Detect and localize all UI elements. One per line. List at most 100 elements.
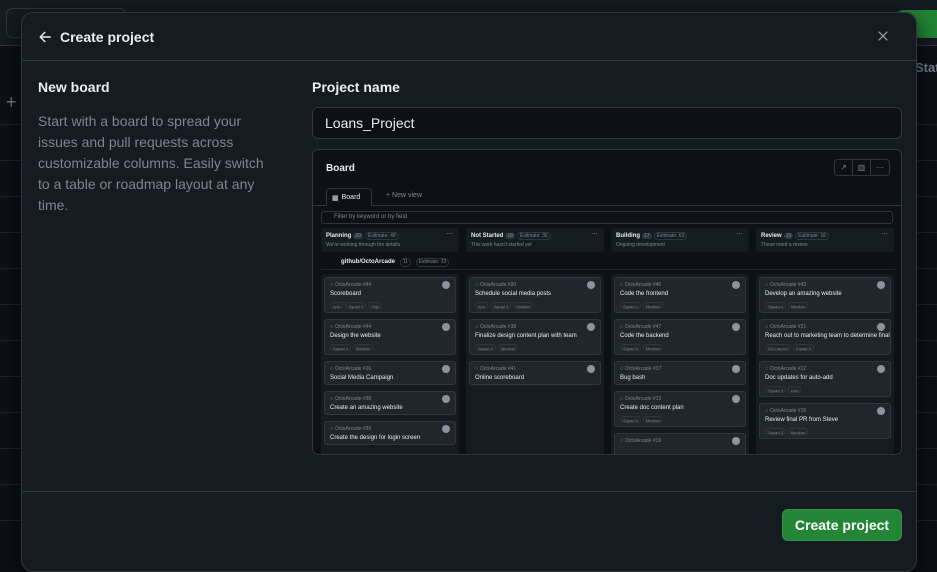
project-name-input[interactable] — [312, 107, 902, 139]
preview-card-id: OctoArcade #44 — [330, 282, 371, 288]
preview-toolbar: ↗ ▥ ⋯ — [834, 159, 890, 176]
preview-card-title: Reach out to marketing team to determine… — [765, 333, 890, 339]
preview-column-name: Building — [616, 233, 640, 239]
preview-card: OctoArcade #41Online scoreboard — [469, 361, 601, 385]
create-project-button[interactable]: Create project — [782, 509, 902, 541]
panel-icon: ▥ — [853, 160, 871, 175]
preview-card-title: Online scoreboard — [475, 375, 524, 381]
preview-card: OctoArcade #20 Schedule social media post… — [469, 277, 601, 313]
preview-column-lane: OctoArcade #43Develop an amazing website… — [756, 274, 894, 454]
preview-card-tag: GA Launch — [765, 344, 791, 351]
template-heading: New board — [38, 79, 278, 95]
template-description-text: Start with a board to spread your issues… — [38, 111, 278, 216]
preview-card: OctoArcade #38Finalize design content pl… — [469, 319, 601, 355]
preview-card-tag: Medium — [498, 344, 518, 351]
preview-filter: Filter by keyword or by field — [321, 211, 893, 224]
preview-column-count: 20 — [353, 233, 363, 239]
avatar — [877, 365, 885, 373]
preview-card-title: Doc updates for auto-add — [765, 375, 833, 381]
preview-card: OctoArcade #37Bug bash — [614, 361, 746, 385]
preview-card-title: Develop an amazing website — [765, 291, 842, 297]
dialog-header: Create project — [22, 13, 916, 61]
preview-card-title: Design the website — [330, 333, 381, 339]
preview-column-title: Building17Estimate: 63 — [616, 232, 687, 240]
avatar — [732, 281, 740, 289]
preview-card-id: OctoArcade #47 — [620, 324, 661, 330]
avatar — [442, 323, 450, 331]
preview-column-estimate: Estimate: 16 — [795, 232, 829, 240]
avatar — [877, 323, 885, 331]
preview-card-title: Code the frontend — [620, 291, 668, 297]
more-icon: ⋯ — [591, 230, 598, 238]
preview-card-tag: Squad 4 — [765, 302, 786, 309]
avatar — [877, 281, 885, 289]
preview-card-tag: Medium — [643, 344, 663, 351]
preview-card: OctoArcade #44ScoreboardepicSquad 2High — [324, 277, 456, 313]
preview-card-tags: Squad 4Medium — [330, 344, 373, 351]
dialog-title: Create project — [60, 29, 154, 45]
avatar — [442, 425, 450, 433]
preview-card: OctoArcade #19 — [614, 433, 746, 455]
more-icon: ⋯ — [881, 230, 888, 238]
preview-column-desc: These need a review — [761, 242, 807, 248]
preview-title: Board — [326, 163, 355, 174]
preview-column-name: Not Started — [471, 233, 503, 239]
avatar — [732, 395, 740, 403]
preview-card-title: Social Media Campaign — [330, 375, 393, 381]
preview-group-header: github/OctoArcade 11 Estimate: 33 — [321, 256, 895, 270]
preview-card-title: Scoreboard — [330, 291, 361, 297]
preview-column-count: 18 — [505, 233, 515, 239]
avatar — [877, 407, 885, 415]
close-icon[interactable] — [876, 29, 892, 45]
preview-card-title: Create the design for login screen — [330, 435, 420, 441]
preview-tab-new-label: New view — [392, 192, 422, 199]
preview-column-header: Review15Estimate: 16These need a review⋯ — [756, 228, 894, 252]
preview-card: OctoArcade #13Create doc content planSqu… — [614, 391, 746, 427]
preview-card-id: OctoArcade #19 — [620, 438, 661, 444]
preview-column-count: 15 — [784, 233, 794, 239]
avatar — [587, 323, 595, 331]
preview-card-tag: Squad 3 — [765, 428, 786, 435]
dialog-footer-divider — [22, 491, 917, 492]
preview-tab-new: + New view — [386, 192, 422, 199]
preview-column-header: Not Started18Estimate: 36This work hasn'… — [466, 228, 604, 252]
background-plus-icon: + — [6, 92, 17, 113]
preview-card-tags: Squad 3Medium — [765, 428, 808, 435]
preview-card-title: Code the backend — [620, 333, 669, 339]
preview-card-id: OctoArcade #20 — [475, 282, 516, 288]
preview-card-tag: Medium — [643, 416, 663, 423]
preview-card-title: Schedule social media posts — [475, 291, 551, 297]
preview-group-label: github/OctoArcade — [341, 259, 395, 265]
preview-card: OctoArcade #46Code the frontendSquad 4Me… — [614, 277, 746, 313]
create-project-dialog: Create project New board Start with a bo… — [21, 12, 917, 572]
preview-card-tag: Squad 3 — [620, 416, 641, 423]
preview-card: OctoArcade #21Reach out to marketing tea… — [759, 319, 891, 355]
preview-card-tag: Low — [788, 386, 801, 393]
preview-column-header: Planning20Estimate: 48We're working thro… — [321, 228, 459, 252]
preview-card-tags: epicSquad 4Medium — [475, 302, 533, 309]
preview-column-lane: OctoArcade #20 Schedule social media post… — [466, 274, 604, 454]
preview-card-tag: Medium — [353, 344, 373, 351]
preview-tab-board: ▦Board — [326, 188, 372, 206]
preview-tabs: ▦Board + New view — [313, 188, 901, 206]
preview-card: OctoArcade #12Doc updates for auto-addSq… — [759, 361, 891, 397]
preview-card-tag: Squad 3 — [793, 344, 814, 351]
more-icon: ⋯ — [736, 230, 743, 238]
preview-card-tags: Squad 3Medium — [620, 416, 663, 423]
arrow-left-icon[interactable] — [38, 29, 54, 45]
preview-card-tags: Squad 4Medium — [620, 302, 663, 309]
avatar — [587, 365, 595, 373]
preview-tab-board-label: Board — [342, 194, 361, 201]
board-preview-image: Board ↗ ▥ ⋯ ▦Board + New view Filter by … — [312, 149, 902, 455]
project-name-section: Project name — [312, 79, 902, 139]
preview-column-estimate: Estimate: 36 — [517, 232, 551, 240]
preview-card: OctoArcade #16Social Media Campaign — [324, 361, 456, 385]
preview-card: OctoArcade #44Design the websiteSquad 4M… — [324, 319, 456, 355]
preview-card-title: Create an amazing website — [330, 405, 403, 411]
preview-column-lane: OctoArcade #44ScoreboardepicSquad 2HighO… — [321, 274, 459, 454]
avatar — [732, 365, 740, 373]
preview-column-count: 17 — [642, 233, 652, 239]
preview-header: Board ↗ ▥ ⋯ — [313, 150, 901, 188]
avatar — [442, 281, 450, 289]
preview-column-estimate: Estimate: 48 — [365, 232, 399, 240]
